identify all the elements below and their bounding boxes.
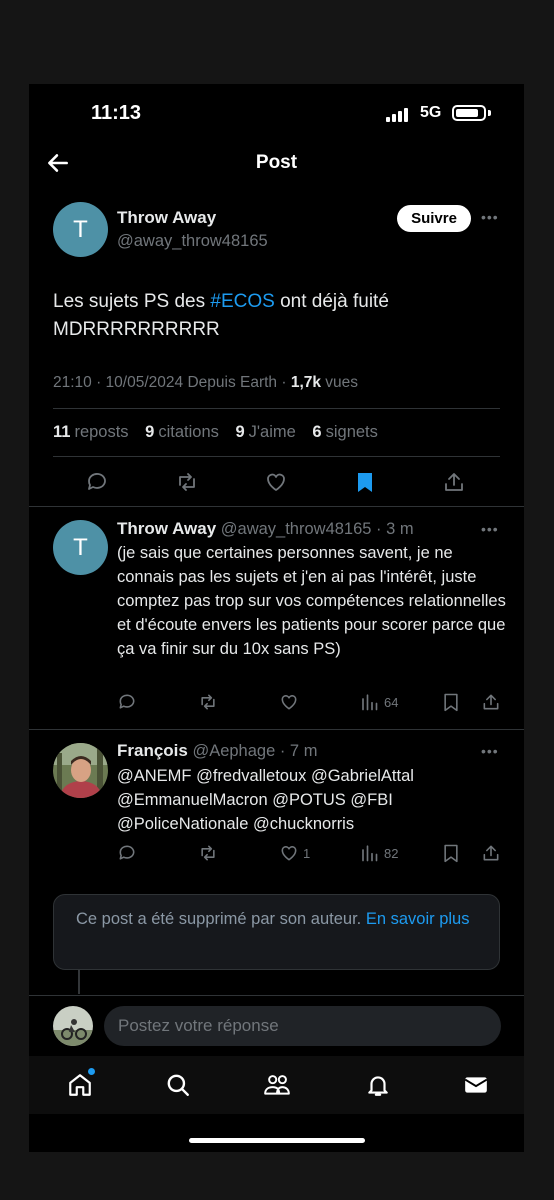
author-avatar[interactable]: T	[53, 202, 108, 257]
reposts-stat[interactable]: 11 reposts	[53, 423, 129, 441]
phone-screen: 11:13 5G Post T Throw Away @away_throw48…	[29, 84, 524, 1152]
reply-author-name[interactable]: François	[117, 741, 188, 760]
communities-icon[interactable]	[263, 1072, 291, 1098]
reply-icon[interactable]	[85, 470, 109, 494]
views-count: 1,7k	[290, 374, 321, 391]
bookmark-icon[interactable]	[441, 843, 461, 863]
views-icon[interactable]	[360, 693, 378, 711]
reply-header: François @Aephage · 7 m	[117, 741, 317, 761]
author-name[interactable]: Throw Away	[117, 208, 216, 228]
repost-icon[interactable]	[198, 692, 218, 712]
reply-mentions[interactable]: @ANEMF @fredvalletoux @GabrielAttal @Emm…	[117, 764, 462, 836]
share-icon[interactable]	[481, 843, 501, 863]
post-stats: 11 reposts 9 citations 9 J'aime 6 signets	[53, 423, 390, 442]
post-text-prefix: Les sujets PS des	[53, 291, 211, 312]
tab-bar	[29, 1056, 524, 1114]
like-icon[interactable]	[279, 843, 299, 863]
share-icon[interactable]	[442, 470, 466, 494]
reply-avatar-photo[interactable]	[53, 743, 108, 798]
signal-icon	[386, 108, 408, 122]
reply-handle-time[interactable]: @Aephage · 7 m	[192, 742, 317, 760]
follow-button[interactable]: Suivre	[397, 205, 471, 232]
post-meta: 21:10 · 10/05/2024 Depuis Earth · 1,7k v…	[53, 374, 358, 392]
views-icon[interactable]	[360, 844, 378, 862]
reply-icon[interactable]	[117, 692, 137, 712]
reply-icon[interactable]	[117, 843, 137, 863]
bookmark-icon[interactable]	[353, 470, 377, 494]
avatar-letter: T	[73, 533, 88, 561]
like-icon[interactable]	[279, 692, 299, 712]
hashtag-link[interactable]: #ECOS	[210, 291, 274, 312]
network-label: 5G	[420, 104, 442, 121]
battery-tip	[488, 110, 491, 116]
avatar-letter: T	[73, 215, 88, 243]
user-avatar[interactable]	[53, 1006, 93, 1046]
repost-icon[interactable]	[175, 470, 199, 494]
home-icon[interactable]	[67, 1072, 93, 1098]
reply-handle-time[interactable]: @away_throw48165 · 3 m	[221, 520, 414, 538]
share-icon[interactable]	[481, 692, 501, 712]
divider	[53, 408, 500, 409]
more-options-icon[interactable]: •••	[481, 521, 499, 537]
page-title: Post	[255, 152, 298, 173]
post-timestamp: 21:10 · 10/05/2024 Depuis Earth ·	[53, 374, 291, 391]
deleted-notice-text: Ce post a été supprimé par son auteur.	[76, 910, 366, 928]
reply-text: (je sais que certaines personnes savent,…	[117, 544, 506, 658]
notifications-icon[interactable]	[365, 1072, 391, 1098]
search-icon[interactable]	[165, 1072, 191, 1098]
divider	[29, 729, 524, 730]
battery-icon	[452, 105, 486, 121]
reply-header: Throw Away @away_throw48165 · 3 m	[117, 519, 414, 539]
reply-avatar[interactable]: T	[53, 520, 108, 575]
deleted-post-notice: Ce post a été supprimé par son auteur. E…	[53, 894, 500, 970]
likes-stat[interactable]: 9 J'aime	[235, 423, 295, 441]
quotes-stat[interactable]: 9 citations	[145, 423, 219, 441]
views-count: 64	[384, 695, 399, 710]
divider	[29, 506, 524, 507]
learn-more-link[interactable]: En savoir plus	[366, 910, 470, 928]
notification-dot	[88, 1068, 95, 1075]
repost-icon[interactable]	[198, 843, 218, 863]
bookmarks-stat[interactable]: 6 signets	[312, 423, 377, 441]
author-handle[interactable]: @away_throw48165	[117, 232, 268, 251]
views-count: 82	[384, 846, 399, 861]
status-time: 11:13	[91, 102, 142, 124]
divider	[29, 995, 524, 996]
home-indicator[interactable]	[189, 1138, 365, 1143]
divider	[53, 456, 500, 457]
thread-line	[78, 970, 80, 994]
post-text: Les sujets PS des #ECOS ont déjà fuité M…	[53, 288, 493, 344]
like-icon[interactable]	[264, 470, 288, 494]
bookmark-icon[interactable]	[441, 692, 461, 712]
views-label: vues	[321, 374, 359, 391]
more-options-icon[interactable]: •••	[481, 743, 499, 759]
more-options-icon[interactable]: •••	[481, 209, 499, 225]
likes-count: 1	[303, 846, 311, 861]
reply-author-name[interactable]: Throw Away	[117, 519, 216, 538]
messages-icon[interactable]	[463, 1072, 489, 1098]
reply-input[interactable]: Postez votre réponse	[104, 1006, 501, 1046]
